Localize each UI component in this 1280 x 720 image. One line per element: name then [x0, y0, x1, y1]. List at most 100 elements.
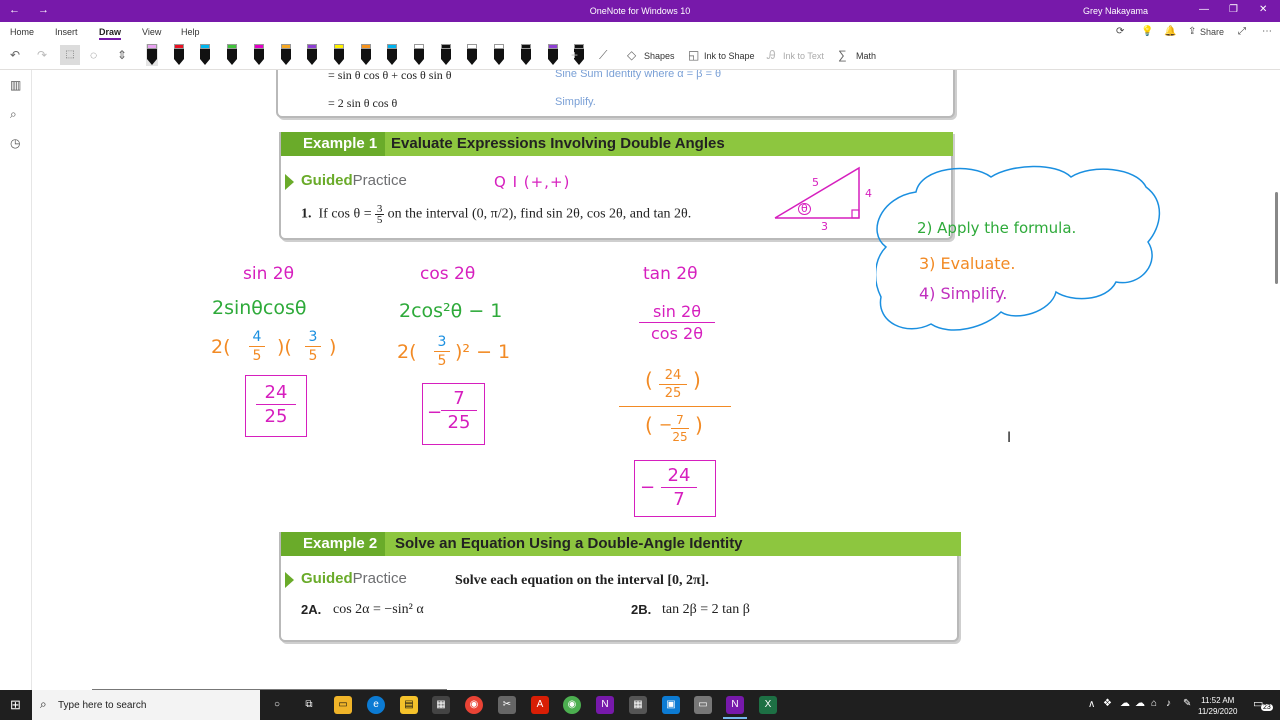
ink-to-shape-button[interactable]: Ink to Shape [704, 51, 755, 61]
vertical-scrollbar[interactable] [1275, 192, 1278, 284]
select-tool-icon[interactable]: ⬚ [60, 45, 80, 65]
close-icon[interactable]: ✕ [1259, 4, 1267, 15]
pen-7[interactable] [306, 44, 318, 66]
insert-space-icon[interactable]: ⇕ [117, 48, 127, 62]
acrobat-icon[interactable]: A [531, 696, 549, 714]
dropbox-icon[interactable]: ❖ [1103, 698, 1112, 709]
navigation-rail: ▥ ⌕ ◷ [0, 70, 32, 690]
file-explorer-icon[interactable]: ▭ [334, 696, 352, 714]
onedrive-icon[interactable]: ☁ [1120, 698, 1130, 709]
pen-6[interactable] [280, 44, 292, 66]
text-cursor-icon: I [1007, 430, 1012, 446]
search-placeholder: Type here to search [58, 700, 147, 711]
guided-practice-label: GuidedPractice [301, 172, 407, 189]
minimize-icon[interactable]: — [1199, 4, 1209, 15]
ink-step-evaluate: 3) Evaluate. [919, 254, 1016, 273]
ink-sin-formula: 2sinθcosθ [212, 297, 307, 319]
pen-13[interactable] [466, 44, 478, 66]
shapes-button[interactable]: Shapes [644, 51, 675, 61]
chrome-icon[interactable]: ◉ [465, 696, 483, 714]
ink-to-text-button[interactable]: Ink to Text [783, 51, 824, 61]
store-icon[interactable]: ▦ [432, 696, 450, 714]
user-name[interactable]: Grey Nakayama [1083, 6, 1148, 16]
zoom-icon[interactable]: ▣ [662, 696, 680, 714]
cloud-icon[interactable]: ☁ [1135, 698, 1145, 709]
triangle-marker-icon [285, 174, 294, 190]
tab-view[interactable]: View [142, 27, 161, 37]
chrome-profile-icon[interactable]: ◉ [563, 696, 581, 714]
pen-3[interactable] [199, 44, 211, 66]
expand-icon[interactable]: ⤢ [1238, 26, 1246, 37]
clock-time: 11:52 AM [1201, 696, 1235, 705]
pen-12[interactable] [440, 44, 452, 66]
bell-icon[interactable]: 🔔 [1164, 26, 1176, 37]
ink-cloud-shape [876, 165, 1161, 331]
ink-triangle-angle: θ [798, 203, 811, 215]
calculator-icon[interactable]: ▦ [629, 696, 647, 714]
cortana-icon[interactable]: ○ [268, 696, 286, 714]
recent-icon[interactable]: ◷ [10, 136, 20, 150]
ink-sin-sub-mid: )( [277, 336, 292, 358]
ink-triangle-adj: 3 [821, 220, 828, 233]
sync-icon[interactable]: ⟳ [1116, 26, 1124, 37]
tab-draw[interactable]: Draw [99, 27, 122, 40]
pen-8[interactable] [333, 44, 345, 66]
onenote-icon[interactable]: N [723, 696, 747, 719]
volume-icon[interactable]: ♪ [1166, 698, 1171, 709]
draw-toolbar: ↶ ↷ ⬚ ◌ ⇕ + ⟋ ◇ Shapes ◱ Ink to Shape Ꭿ … [0, 42, 1280, 70]
example1-header: Example 1 Evaluate Expressions Involving… [281, 132, 953, 156]
ink-sin-answer-box: 24 25 [245, 375, 307, 437]
show-hidden-icons-icon[interactable]: ∧ [1088, 699, 1095, 710]
ink-sin-head: sin 2θ [243, 264, 294, 284]
pen-16[interactable] [547, 44, 559, 66]
shapes-icon[interactable]: ◇ [627, 48, 636, 62]
undo-icon[interactable]: ↶ [10, 48, 20, 62]
share-icon[interactable]: ⇪ [1188, 26, 1196, 37]
sticky-notes-icon[interactable]: ▤ [400, 696, 418, 714]
network-icon[interactable]: ⌂ [1151, 698, 1157, 709]
page-canvas[interactable]: = sin θ cos θ + cos θ sin θ Sine Sum Ide… [33, 70, 1268, 690]
ink-to-shape-icon[interactable]: ◱ [688, 48, 699, 62]
excel-icon[interactable]: X [759, 696, 777, 714]
math-button[interactable]: Math [856, 51, 876, 61]
edge-icon[interactable]: e [367, 696, 385, 714]
lasso-icon[interactable]: ◌ [90, 48, 97, 62]
ink-tan-substitution: ( 24 25 ) ( − 7 25 ) [619, 366, 731, 449]
pen-menu-icon[interactable]: ✎ [1183, 698, 1191, 709]
search-icon[interactable]: ⌕ [10, 107, 17, 122]
remote-desktop-icon[interactable]: ▭ [694, 696, 712, 714]
lightbulb-icon[interactable]: 💡 [1141, 26, 1153, 37]
pen-11[interactable] [413, 44, 425, 66]
onenote-2016-icon[interactable]: N [596, 696, 614, 714]
pen-4[interactable] [226, 44, 238, 66]
pen-14[interactable] [493, 44, 505, 66]
share-button[interactable]: Share [1200, 27, 1224, 37]
ruler-icon[interactable]: ⟋ [599, 48, 607, 63]
notebooks-icon[interactable]: ▥ [10, 78, 21, 92]
taskbar-clock[interactable]: 11:52 AM 11/29/2020 [1198, 695, 1237, 717]
example2-label: Example 2 [281, 532, 386, 556]
example2-instruction: Solve each equation on the interval [0, … [455, 573, 709, 588]
pen-1[interactable] [146, 44, 158, 66]
ink-to-text-icon[interactable]: Ꭿ [767, 48, 776, 63]
pen-5[interactable] [253, 44, 265, 66]
taskbar-search[interactable]: ⌕ Type here to search [32, 690, 260, 720]
tab-help[interactable]: Help [181, 27, 200, 37]
pen-10[interactable] [386, 44, 398, 66]
pen-9[interactable] [360, 44, 372, 66]
math-icon[interactable]: ∑ [838, 48, 847, 62]
windows-start-icon[interactable]: ⊞ [10, 697, 21, 713]
maximize-icon[interactable]: ❐ [1229, 4, 1238, 15]
snip-icon[interactable]: ✂ [498, 696, 516, 714]
tab-home[interactable]: Home [10, 27, 34, 37]
example2-box: Example 2 Solve an Equation Using a Doub… [279, 532, 961, 642]
task-view-icon[interactable]: ⧉ [300, 696, 318, 714]
prev-textbook-box: = sin θ cos θ + cos θ sin θ Sine Sum Ide… [276, 70, 955, 118]
add-pen-icon[interactable]: + [571, 48, 578, 62]
pen-2[interactable] [173, 44, 185, 66]
problem-2b-equation: tan 2β = 2 tan β [662, 602, 750, 617]
redo-icon[interactable]: ↷ [37, 48, 47, 62]
pen-15[interactable] [520, 44, 532, 66]
tab-insert[interactable]: Insert [55, 27, 78, 37]
more-icon[interactable]: ⋯ [1262, 26, 1272, 37]
